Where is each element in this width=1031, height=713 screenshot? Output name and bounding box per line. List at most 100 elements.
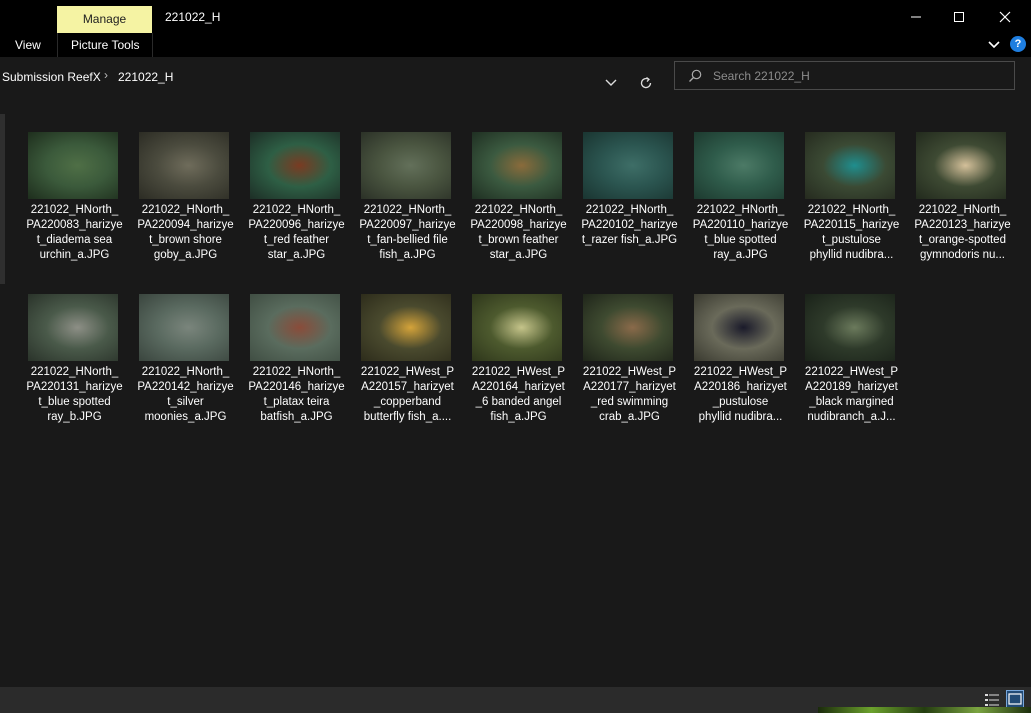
file-thumbnail <box>694 132 784 199</box>
file-name-line: 221022_HNorth_ <box>585 204 674 216</box>
file-name-line: _red swimming <box>590 396 669 408</box>
breadcrumb-current-folder[interactable]: 221022_H <box>118 70 173 84</box>
file-name: 221022_HNorth_ PA220102_harizye t_razer fi… <box>577 203 682 248</box>
address-row: Submission ReefX › 221022_H <box>0 57 1031 98</box>
file-item[interactable]: 221022_HNorth_ PA220094_harizye t_brown sh… <box>133 126 238 286</box>
file-name: 221022_HNorth_ PA220115_harizye t_pustulos… <box>799 203 904 263</box>
file-name-line: t_pustulose <box>822 234 881 246</box>
file-name-line: goby_a.JPG <box>153 249 218 261</box>
file-item[interactable]: 221022_HNorth_ PA220098_harizye t_brown fe… <box>466 126 571 286</box>
file-item[interactable]: 221022_HWest_P A220164_harizyet _6 banded … <box>466 288 571 448</box>
file-name-line: t_platax teira <box>263 396 330 408</box>
refresh-icon[interactable] <box>638 75 654 91</box>
file-name-line: PA220142_harizye <box>137 381 234 393</box>
file-thumbnail <box>472 132 562 199</box>
file-name-line: ray_b.JPG <box>47 411 102 423</box>
file-name-line: 221022_HWest_P <box>582 366 677 378</box>
file-thumbnail <box>805 294 895 361</box>
file-name-line: t_orange-spotted <box>919 234 1006 246</box>
file-name: 221022_HWest_P A220164_harizyet _6 banded … <box>466 365 571 425</box>
details-view-icon[interactable] <box>984 692 1000 708</box>
file-name: 221022_HNorth_ PA220110_harizye t_blue spo… <box>688 203 793 263</box>
file-name-line: 221022_HNorth_ <box>30 204 119 216</box>
breadcrumb-separator: › <box>104 68 108 82</box>
file-thumbnail <box>28 294 118 361</box>
file-name-line: nudibranch_a.J... <box>807 411 896 423</box>
file-name-line: fish_a.JPG <box>490 411 547 423</box>
manage-tab[interactable]: Manage <box>57 6 152 33</box>
search-input[interactable] <box>713 66 1003 86</box>
window-title: 221022_H <box>165 10 221 24</box>
file-name: 221022_HWest_P A220186_harizyet _pustulose… <box>688 365 793 425</box>
file-item[interactable]: 221022_HNorth_ PA220123_harizye t_orange-s… <box>910 126 1015 286</box>
file-name-line: 221022_HNorth_ <box>252 204 341 216</box>
file-name-line: star_a.JPG <box>489 249 548 261</box>
file-name: 221022_HNorth_ PA220146_harizye t_platax t… <box>244 365 349 425</box>
file-name-line: 221022_HNorth_ <box>252 366 341 378</box>
file-name-line: butterfly fish_a.... <box>363 411 452 423</box>
file-name-line: PA220083_harizye <box>26 219 123 231</box>
file-item[interactable]: 221022_HWest_P A220177_harizyet _red swimm… <box>577 288 682 448</box>
thumbnail-view-icon <box>1008 693 1022 705</box>
file-name-line: 221022_HNorth_ <box>474 204 563 216</box>
file-name-line: t_diadema sea <box>36 234 113 246</box>
file-name-line: gymnodoris nu... <box>919 249 1005 261</box>
file-name-line: crab_a.JPG <box>599 411 660 423</box>
file-name-line: t_razer fish_a.JPG <box>581 234 678 246</box>
file-name-line: _pustulose <box>712 396 769 408</box>
maximize-button[interactable] <box>936 0 982 33</box>
file-name: 221022_HNorth_ PA220142_harizye t_silver mo… <box>133 365 238 425</box>
file-item[interactable]: 221022_HWest_P A220189_harizyet _black mar… <box>799 288 904 448</box>
help-icon[interactable]: ? <box>1010 36 1026 52</box>
chevron-down-icon[interactable] <box>986 36 1002 52</box>
file-item[interactable]: 221022_HNorth_ PA220097_harizye t_fan-bell… <box>355 126 460 286</box>
file-name-line: 221022_HNorth_ <box>363 204 452 216</box>
file-name-line: A220186_harizyet <box>694 381 787 393</box>
file-item[interactable]: 221022_HWest_P A220186_harizyet _pustulose… <box>688 288 793 448</box>
search-box[interactable] <box>674 61 1015 90</box>
file-name-line: 221022_HNorth_ <box>918 204 1007 216</box>
file-item[interactable]: 221022_HNorth_ PA220142_harizye t_silver mo… <box>133 288 238 448</box>
close-button[interactable] <box>982 0 1028 33</box>
file-item[interactable]: 221022_HWest_P A220157_harizyet _copperban… <box>355 288 460 448</box>
file-name-line: PA220096_harizye <box>248 219 345 231</box>
file-item[interactable]: 221022_HNorth_ PA220131_harizye t_blue spo… <box>22 288 127 448</box>
file-item[interactable]: 221022_HNorth_ PA220096_harizye t_red feat… <box>244 126 349 286</box>
minimize-button[interactable] <box>893 0 939 33</box>
file-thumbnail <box>28 132 118 199</box>
file-name-line: t_blue spotted <box>38 396 111 408</box>
file-thumbnail <box>916 132 1006 199</box>
file-item[interactable]: 221022_HNorth_ PA220083_harizye t_diadema … <box>22 126 127 286</box>
file-name-line: A220177_harizyet <box>583 381 676 393</box>
file-name-line: batfish_a.JPG <box>260 411 333 423</box>
file-name-line: 221022_HWest_P <box>360 366 455 378</box>
file-name: 221022_HWest_P A220189_harizyet _black mar… <box>799 365 904 425</box>
file-view: 221022_HNorth_ PA220083_harizye t_diadema … <box>0 98 1031 687</box>
file-item[interactable]: 221022_HNorth_ PA220146_harizye t_platax t… <box>244 288 349 448</box>
navigation-pane-edge[interactable] <box>0 114 5 284</box>
file-name: 221022_HNorth_ PA220131_harizye t_blue spo… <box>22 365 127 425</box>
chevron-down-icon[interactable] <box>604 76 618 90</box>
file-name-line: A220157_harizyet <box>361 381 454 393</box>
breadcrumb-submission-reefx[interactable]: Submission ReefX <box>2 70 101 84</box>
search-icon <box>689 69 702 82</box>
close-icon <box>999 11 1011 22</box>
file-item[interactable]: 221022_HNorth_ PA220102_harizye t_razer fi… <box>577 126 682 286</box>
file-name-line: _black margined <box>809 396 894 408</box>
file-thumbnail <box>139 132 229 199</box>
file-thumbnail <box>139 294 229 361</box>
file-thumbnail <box>583 294 673 361</box>
title-bar: Manage 221022_H <box>0 0 1031 33</box>
ribbon-divider <box>57 33 58 57</box>
tab-picture-tools[interactable]: Picture Tools <box>71 38 139 52</box>
file-item[interactable]: 221022_HNorth_ PA220110_harizye t_blue spo… <box>688 126 793 286</box>
file-name: 221022_HWest_P A220157_harizyet _copperban… <box>355 365 460 425</box>
file-thumbnail <box>583 132 673 199</box>
minimize-icon <box>911 16 921 17</box>
address-bar[interactable]: Submission ReefX › 221022_H <box>0 63 663 91</box>
file-name-line: PA220146_harizye <box>248 381 345 393</box>
file-name: 221022_HWest_P A220177_harizyet _red swimm… <box>577 365 682 425</box>
file-item[interactable]: 221022_HNorth_ PA220115_harizye t_pustulos… <box>799 126 904 286</box>
large-icons-view-icon[interactable] <box>1006 690 1024 708</box>
tab-view[interactable]: View <box>15 38 41 52</box>
